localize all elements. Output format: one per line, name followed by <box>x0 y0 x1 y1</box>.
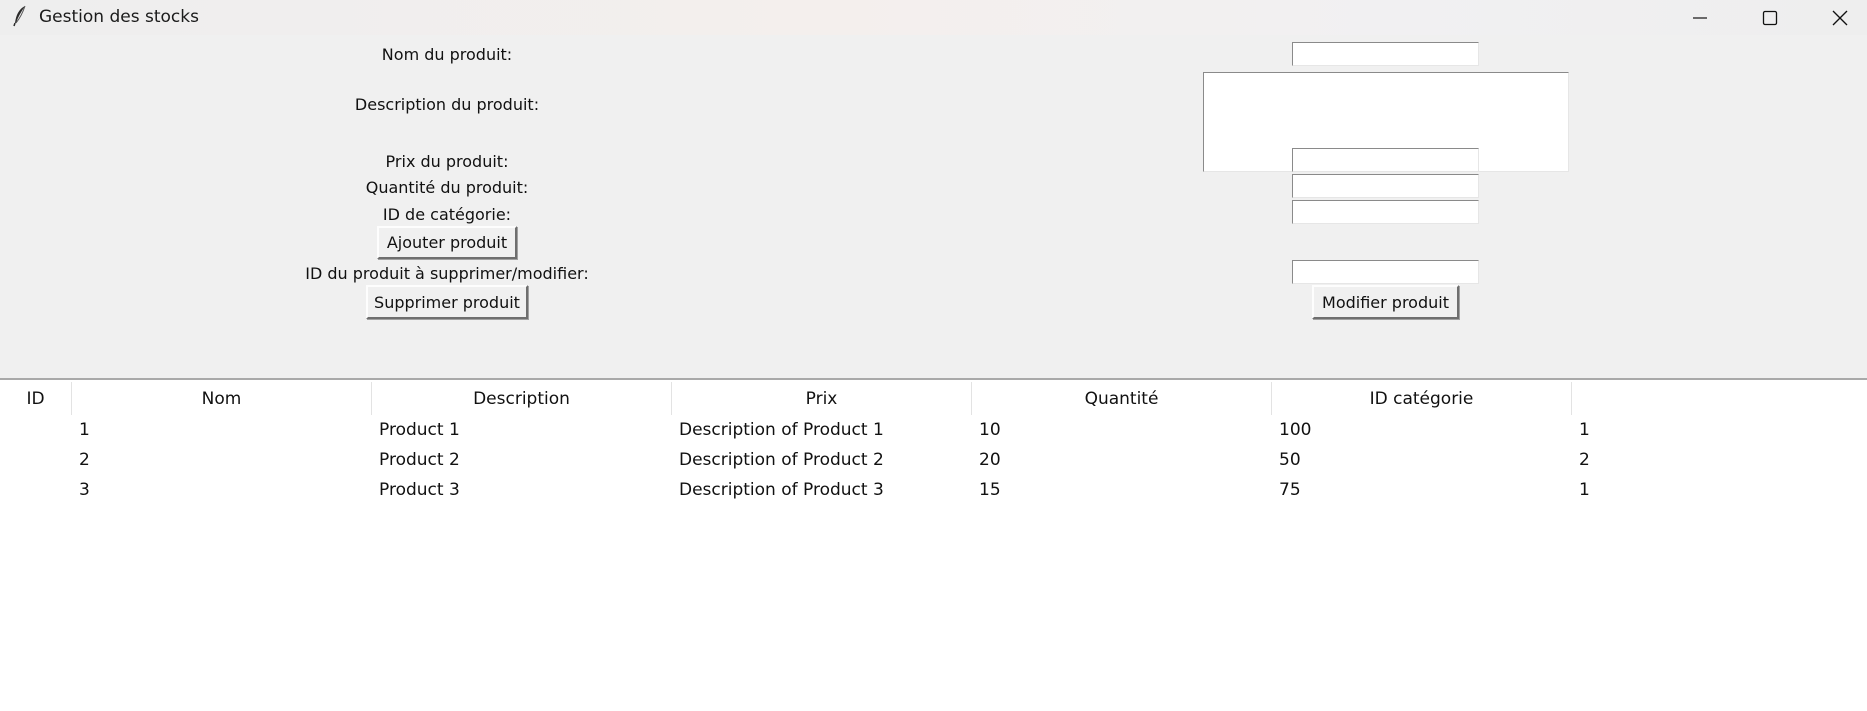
table-cell-id: 3 <box>79 480 90 500</box>
close-icon <box>1832 10 1848 25</box>
column-header-category-id[interactable]: ID catégorie <box>1272 382 1572 415</box>
product-description-label: Description du produit: <box>354 95 540 114</box>
table-cell-price: 20 <box>979 450 1001 470</box>
close-button[interactable] <box>1805 0 1867 35</box>
table-cell-price: 15 <box>979 480 1001 500</box>
column-header-description[interactable]: Description <box>372 382 672 415</box>
category-id-input[interactable] <box>1292 200 1479 224</box>
minimize-button[interactable] <box>1665 0 1735 35</box>
table-cell-description: Description of Product 3 <box>679 480 884 500</box>
window-title: Gestion des stocks <box>39 7 199 27</box>
column-header-id[interactable]: ID <box>0 382 72 415</box>
target-product-id-label: ID du produit à supprimer/modifier: <box>305 264 589 283</box>
modify-product-button[interactable]: Modifier produit <box>1312 285 1459 319</box>
table-top-separator <box>0 378 1867 380</box>
table-cell-name: Product 3 <box>379 480 460 500</box>
target-product-id-input[interactable] <box>1292 260 1479 284</box>
product-form: Nom du produit: Description du produit: … <box>0 35 1867 378</box>
table-cell-category-id: 1 <box>1579 420 1590 440</box>
table-cell-quantity: 75 <box>1279 480 1301 500</box>
product-name-input[interactable] <box>1292 42 1479 66</box>
column-header-name[interactable]: Nom <box>72 382 372 415</box>
table-cell-quantity: 50 <box>1279 450 1301 470</box>
product-name-label: Nom du produit: <box>381 45 513 64</box>
table-cell-name: Product 1 <box>379 420 460 440</box>
table-cell-price: 10 <box>979 420 1001 440</box>
column-header-quantity[interactable]: Quantité <box>972 382 1272 415</box>
table-cell-description: Description of Product 1 <box>679 420 884 440</box>
product-quantity-label: Quantité du produit: <box>365 178 529 197</box>
product-price-input[interactable] <box>1292 148 1479 172</box>
category-id-label: ID de catégorie: <box>382 205 512 224</box>
table-cell-quantity: 100 <box>1279 420 1312 440</box>
delete-product-button[interactable]: Supprimer produit <box>366 285 528 319</box>
product-quantity-input[interactable] <box>1292 174 1479 198</box>
table-cell-name: Product 2 <box>379 450 460 470</box>
feather-icon <box>13 5 26 27</box>
add-product-button[interactable]: Ajouter produit <box>377 226 517 259</box>
table-cell-description: Description of Product 2 <box>679 450 884 470</box>
maximize-button[interactable] <box>1735 0 1805 35</box>
product-price-label: Prix du produit: <box>385 152 509 171</box>
table-cell-id: 2 <box>79 450 90 470</box>
table-cell-category-id: 2 <box>1579 450 1590 470</box>
title-bar: Gestion des stocks <box>0 0 1867 35</box>
table-cell-category-id: 1 <box>1579 480 1590 500</box>
minimize-icon <box>1693 16 1707 19</box>
maximize-icon <box>1762 10 1778 25</box>
column-header-price[interactable]: Prix <box>672 382 972 415</box>
table-cell-id: 1 <box>79 420 90 440</box>
